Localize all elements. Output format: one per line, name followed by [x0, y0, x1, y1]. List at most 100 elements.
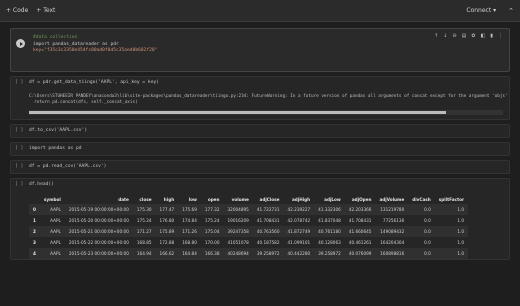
table-cell: 1.0: [457, 240, 465, 245]
add-code-button[interactable]: + Code: [6, 7, 28, 14]
connect-button[interactable]: Connect ▾: [466, 7, 496, 14]
table-cell: 174.84: [182, 218, 197, 223]
table-cell: 42.203366: [348, 207, 372, 212]
table-cell: 39.258972: [256, 251, 280, 256]
warning-line: C:\Users\STUHEEIR PANDEY\anaconda3\lib\s…: [29, 93, 508, 99]
column-header: divCash: [412, 197, 431, 202]
table-row: 4 AAPL 2015-05-23 00:00:00+00:00 164.94 166.…: [29, 248, 469, 259]
mirror-icon[interactable]: ◧: [481, 33, 486, 39]
code-line-comment: #data collection: [33, 35, 78, 40]
table-cell: 0.0: [424, 251, 431, 256]
notebook-body: ↑ ↓ ⊖ ▤ ✿ ◧ ▮ ⋮ #data collection import …: [0, 22, 520, 306]
table-cell: 32004895: [227, 207, 249, 212]
code-cell-to-csv[interactable]: [ ] df.to_csv('AAPL.csv'): [10, 123, 510, 138]
table-cell: 40.761180: [318, 229, 341, 234]
cell-bracket: [ ]: [15, 145, 24, 151]
cell-code[interactable]: df = pdr.get_data_tiingo('AAPL', api_key…: [11, 77, 509, 90]
run-cell-button[interactable]: [16, 39, 25, 48]
table-cell: 41051078: [227, 240, 249, 245]
table-cell: 41.837048: [318, 218, 341, 223]
table-cell: 175.24: [136, 218, 152, 223]
table-cell: AAPL: [50, 218, 61, 223]
settings-icon[interactable]: ✿: [471, 33, 475, 39]
code-cell-import-pandas[interactable]: [ ] import pandas as pd: [10, 141, 510, 156]
add-text-button[interactable]: + Text: [36, 7, 55, 14]
table-cell: 0.0: [424, 240, 431, 245]
code-cell-get-data[interactable]: [ ] df = pdr.get_data_tiingo('AAPL', api…: [10, 76, 510, 120]
table-cell: 40.763560: [256, 229, 280, 234]
column-header: low: [188, 197, 197, 202]
table-cell: AAPL: [50, 229, 61, 234]
column-header: adjOpen: [351, 197, 372, 202]
code-cell-head[interactable]: [ ] df.head() symbol date close high low…: [10, 177, 510, 260]
table-cell: 40.461261: [348, 240, 372, 245]
connect-label: Connect: [466, 7, 492, 14]
table-cell: 0.0: [424, 207, 431, 212]
table-cell: 175.30: [136, 207, 152, 212]
table-cell: 1.0: [457, 207, 465, 212]
dataframe-table: symbol date close high low open volume a…: [29, 195, 469, 259]
table-cell: 168.85: [136, 240, 152, 245]
comment-icon[interactable]: ▤: [462, 33, 467, 39]
table-cell: 172.88: [159, 240, 175, 245]
cell-code[interactable]: df = pd.read_csv('AAPL.csv'): [11, 161, 509, 174]
table-cell: 40.076099: [348, 251, 372, 256]
column-header: open: [207, 197, 220, 202]
table-cell: 164.84: [182, 251, 197, 256]
output-scrollbar[interactable]: [29, 109, 503, 115]
table-cell: 41.332306: [318, 207, 341, 212]
warning-line-return: return pd.concat(dfs, self._concat_axis): [29, 99, 138, 105]
cell-code[interactable]: df.to_csv('AAPL.csv'): [11, 125, 509, 138]
cell-code[interactable]: df.head(): [11, 179, 509, 192]
table-cell: 171.26: [182, 229, 197, 234]
code-cell-data-collection[interactable]: ↑ ↓ ⊖ ▤ ✿ ◧ ▮ ⋮ #data collection import …: [10, 28, 510, 72]
table-cell: 177.32: [204, 207, 220, 212]
table-cell: 175.24: [204, 218, 220, 223]
table-cell: 39.258972: [318, 251, 341, 256]
more-icon[interactable]: ⋮: [498, 33, 503, 39]
table-cell: 39247358: [227, 229, 249, 234]
table-cell: 177.47: [159, 207, 175, 212]
table-cell: 1.0: [457, 229, 465, 234]
table-cell: 1.0: [457, 218, 465, 223]
table-cell: 1.0: [457, 251, 465, 256]
scrollbar-thumb[interactable]: [29, 110, 447, 114]
table-cell: 164204304: [380, 240, 405, 245]
table-cell: 160898816: [380, 251, 405, 256]
table-cell: 2015-05-22 00:00:00+00:00: [68, 240, 129, 245]
table-row: 3 AAPL 2015-05-22 00:00:00+00:00 168.85 172.…: [29, 237, 469, 248]
table-cell: 168.80: [182, 240, 197, 245]
table-cell: 175.04: [204, 229, 220, 234]
column-header: adjHigh: [291, 197, 311, 202]
table-cell: 40.442280: [287, 251, 311, 256]
delete-icon[interactable]: ▮: [490, 33, 493, 39]
table-cell: AAPL: [50, 251, 61, 256]
play-icon: [19, 41, 23, 46]
cell-bracket: [ ]: [15, 181, 24, 187]
column-header: volume: [231, 197, 249, 202]
table-cell: 41.708431: [348, 218, 372, 223]
row-index: 0: [33, 207, 36, 212]
table-cell: AAPL: [50, 240, 61, 245]
table-cell: 171.27: [136, 229, 152, 234]
table-cell: 40.187582: [256, 240, 280, 245]
table-cell: 170.00: [204, 240, 220, 245]
cell-bracket: [ ]: [15, 163, 24, 169]
column-header: adjClose: [259, 197, 280, 202]
move-up-icon[interactable]: ↑: [434, 33, 438, 39]
collapse-icon[interactable]: ⌃: [508, 7, 514, 15]
table-cell: 41.708431: [256, 218, 280, 223]
notebook-toolbar: + Code + Text Connect ▾ ⌃: [0, 0, 520, 22]
cell-code[interactable]: import pandas as pd: [11, 143, 509, 156]
code-cell-read-csv[interactable]: [ ] df = pd.read_csv('AAPL.csv'): [10, 159, 510, 174]
table-cell: 175.69: [182, 207, 197, 212]
table-cell: 41.660645: [348, 229, 372, 234]
column-header: [29, 195, 40, 204]
table-cell: 42.078742: [287, 218, 311, 223]
move-down-icon[interactable]: ↓: [443, 33, 447, 39]
table-cell: AAPL: [50, 207, 61, 212]
column-header: close: [139, 197, 152, 202]
table-cell: 40248694: [227, 251, 249, 256]
column-header: adjVolume: [379, 197, 405, 202]
link-icon[interactable]: ⊖: [452, 33, 456, 39]
